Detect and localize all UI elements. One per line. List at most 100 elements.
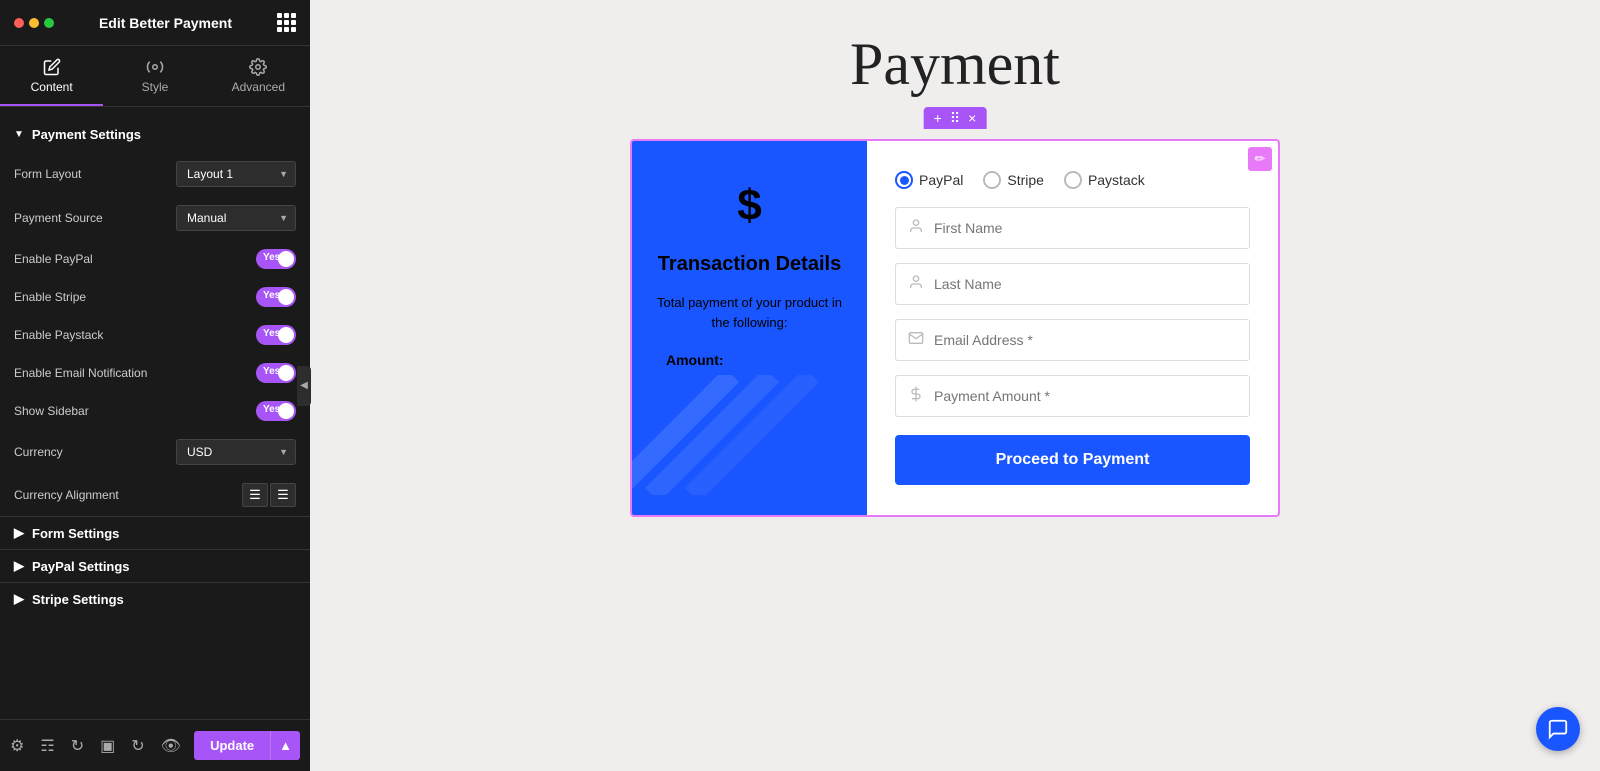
- page-title: Payment: [850, 30, 1060, 99]
- form-layout-select-wrapper: Layout 1 Layout 2: [176, 161, 296, 187]
- widget-close-btn[interactable]: ×: [968, 111, 976, 125]
- transaction-desc: Total payment of your product in the fol…: [652, 293, 847, 332]
- align-right-btn[interactable]: ☰: [270, 483, 296, 507]
- enable-paypal-toggle[interactable]: Yes: [256, 249, 296, 269]
- enable-stripe-row: Enable Stripe Yes: [0, 278, 310, 316]
- payment-source-label: Payment Source: [14, 211, 103, 225]
- first-name-icon: [908, 218, 924, 238]
- paypal-settings-header[interactable]: ▶ PayPal Settings: [0, 549, 310, 582]
- radio-stripe-label: Stripe: [1007, 172, 1044, 188]
- email-input[interactable]: [934, 332, 1237, 348]
- traffic-lights: [14, 18, 54, 28]
- paypal-settings-arrow: ▶: [14, 558, 24, 574]
- sidebar-content: ▼ Payment Settings Form Layout Layout 1 …: [0, 107, 310, 719]
- collapse-handle[interactable]: ◀: [297, 366, 311, 406]
- paypal-settings-label: PayPal Settings: [32, 559, 130, 574]
- layers-icon[interactable]: ☶: [40, 736, 54, 756]
- last-name-field: [895, 263, 1250, 305]
- tab-content[interactable]: Content: [0, 46, 103, 106]
- history-icon[interactable]: ↻: [71, 736, 84, 756]
- email-icon: [908, 330, 924, 350]
- main-content: Payment + ⠿ × ✏ $ Transaction Details To…: [310, 0, 1600, 771]
- update-button[interactable]: Update: [194, 731, 270, 760]
- refresh-icon[interactable]: ↻: [131, 736, 144, 756]
- payment-settings-label: Payment Settings: [32, 127, 141, 142]
- settings-icon[interactable]: ⚙: [10, 736, 24, 756]
- decorative-stripes: [632, 375, 867, 495]
- stripe-settings-label: Stripe Settings: [32, 592, 124, 607]
- widget-edit-btn[interactable]: ✏: [1248, 147, 1272, 171]
- form-layout-row: Form Layout Layout 1 Layout 2: [0, 152, 310, 196]
- tl-yellow[interactable]: [29, 18, 39, 28]
- last-name-icon: [908, 274, 924, 294]
- tl-red[interactable]: [14, 18, 24, 28]
- chat-bubble[interactable]: [1536, 707, 1580, 751]
- payment-settings-header[interactable]: ▼ Payment Settings: [0, 121, 310, 152]
- tab-style-label: Style: [142, 80, 169, 94]
- radio-stripe[interactable]: Stripe: [983, 171, 1044, 189]
- dollar-icon: [908, 386, 924, 406]
- align-buttons: ☰ ☰: [242, 483, 296, 507]
- last-name-input[interactable]: [934, 276, 1237, 292]
- sidebar-tabs: Content Style Advanced: [0, 46, 310, 107]
- stripe-settings-header[interactable]: ▶ Stripe Settings: [0, 582, 310, 615]
- widget-add-btn[interactable]: +: [934, 111, 942, 125]
- radio-stripe-circle: [983, 171, 1001, 189]
- payment-source-select[interactable]: Manual Automatic: [176, 205, 296, 231]
- form-settings-label: Form Settings: [32, 526, 119, 541]
- enable-paystack-row: Enable Paystack Yes: [0, 316, 310, 354]
- widget-drag-btn[interactable]: ⠿: [950, 111, 960, 125]
- sidebar: Edit Better Payment Content Style: [0, 0, 310, 771]
- show-sidebar-label: Show Sidebar: [14, 404, 89, 418]
- payment-amount-field: [895, 375, 1250, 417]
- first-name-input[interactable]: [934, 220, 1237, 236]
- sidebar-title: Edit Better Payment: [99, 15, 232, 31]
- radio-paystack-circle: [1064, 171, 1082, 189]
- grid-icon[interactable]: [277, 13, 296, 32]
- enable-stripe-toggle[interactable]: Yes: [256, 287, 296, 307]
- currency-label: Currency: [14, 445, 63, 459]
- form-settings-header[interactable]: ▶ Form Settings: [0, 516, 310, 549]
- eye-icon[interactable]: 👁: [161, 736, 181, 756]
- form-layout-select[interactable]: Layout 1 Layout 2: [176, 161, 296, 187]
- payment-source-select-wrapper: Manual Automatic: [176, 205, 296, 231]
- radio-paystack[interactable]: Paystack: [1064, 171, 1145, 189]
- radio-paypal[interactable]: PayPal: [895, 171, 963, 189]
- currency-select-wrapper: USD EUR GBP: [176, 439, 296, 465]
- transaction-title: Transaction Details: [658, 251, 841, 277]
- currency-alignment-row: Currency Alignment ☰ ☰: [0, 474, 310, 516]
- enable-stripe-label: Enable Stripe: [14, 290, 86, 304]
- dollar-sign: $: [737, 181, 761, 231]
- tab-content-label: Content: [31, 80, 73, 94]
- enable-email-notification-row: Enable Email Notification Yes: [0, 354, 310, 392]
- footer-icons: ⚙ ☶ ↻ ▣ ↻ 👁: [10, 736, 181, 756]
- tab-advanced[interactable]: Advanced: [207, 46, 310, 106]
- update-wrapper: Update ▲: [194, 731, 300, 760]
- show-sidebar-toggle[interactable]: Yes: [256, 401, 296, 421]
- enable-paystack-label: Enable Paystack: [14, 328, 103, 342]
- currency-row: Currency USD EUR GBP: [0, 430, 310, 474]
- payment-widget: ✏ $ Transaction Details Total payment of…: [630, 139, 1280, 517]
- proceed-to-payment-button[interactable]: Proceed to Payment: [895, 435, 1250, 485]
- tab-advanced-label: Advanced: [232, 80, 285, 94]
- tl-green[interactable]: [44, 18, 54, 28]
- sidebar-header: Edit Better Payment: [0, 0, 310, 46]
- first-name-field: [895, 207, 1250, 249]
- form-settings-arrow: ▶: [14, 525, 24, 541]
- payment-amount-input[interactable]: [934, 388, 1237, 404]
- stripe-settings-arrow: ▶: [14, 591, 24, 607]
- tab-style[interactable]: Style: [103, 46, 206, 106]
- enable-email-notification-toggle[interactable]: Yes: [256, 363, 296, 383]
- radio-paypal-label: PayPal: [919, 172, 963, 188]
- responsive-icon[interactable]: ▣: [100, 736, 115, 756]
- enable-paystack-toggle[interactable]: Yes: [256, 325, 296, 345]
- align-left-btn[interactable]: ☰: [242, 483, 268, 507]
- radio-paystack-label: Paystack: [1088, 172, 1145, 188]
- update-chevron-button[interactable]: ▲: [270, 731, 300, 760]
- payment-settings-arrow: ▼: [14, 129, 24, 140]
- currency-alignment-label: Currency Alignment: [14, 488, 119, 502]
- currency-select[interactable]: USD EUR GBP: [176, 439, 296, 465]
- radio-paypal-circle: [895, 171, 913, 189]
- amount-label: Amount:: [652, 352, 724, 368]
- form-layout-label: Form Layout: [14, 167, 81, 181]
